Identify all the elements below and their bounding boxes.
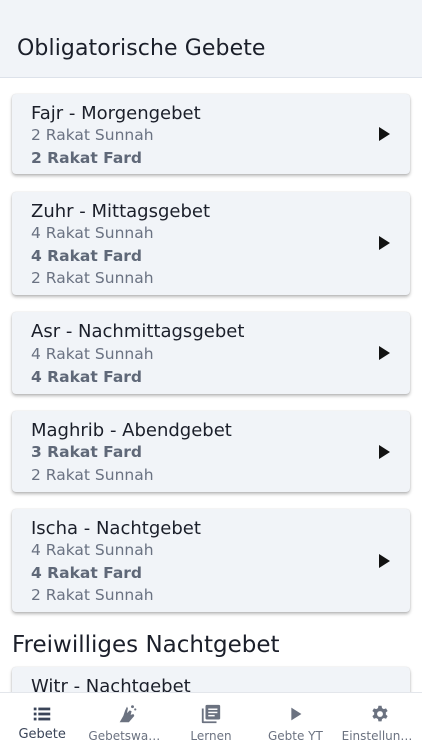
prayer-card-fajr[interactable]: Fajr - Morgengebet 2 Rakat Sunnah 2 Raka…: [12, 94, 410, 174]
rakat-line: 2 Rakat Sunnah: [31, 586, 154, 604]
prayer-name: Maghrib - Abendgebet: [31, 420, 232, 441]
play-icon[interactable]: [379, 346, 390, 360]
nav-label: Lernen: [190, 729, 232, 743]
section-title: Freiwilliges Nachtgebet: [12, 632, 280, 658]
rakat-line: 4 Rakat Sunnah: [31, 541, 154, 559]
prayer-card-asr[interactable]: Asr - Nachmittagsgebet 4 Rakat Sunnah 4 …: [12, 312, 410, 394]
rakat-line: 2 Rakat Fard: [31, 149, 143, 167]
prayer-name: Asr - Nachmittagsgebet: [31, 321, 245, 342]
page-title: Obligatorische Gebete: [17, 36, 266, 61]
rakat-line: 2 Rakat Sunnah: [31, 269, 154, 287]
play-icon[interactable]: [379, 127, 390, 141]
prayer-name: Witr - Nachtgebet: [31, 676, 191, 692]
gear-icon: [372, 705, 388, 722]
nav-item-lernen[interactable]: Lernen: [169, 693, 253, 750]
rakat-line: 4 Rakat Sunnah: [31, 224, 154, 242]
rakat-line: 4 Rakat Sunnah: [31, 345, 154, 363]
nav-label: Gebete: [18, 727, 66, 742]
nav-label: Gebetswas...: [88, 729, 166, 743]
bottom-navigation: Gebete Gebetswas... Lernen Gebte YT Eins…: [0, 692, 422, 750]
nav-item-gebete[interactable]: Gebete: [0, 693, 84, 750]
rakat-line: 4 Rakat Fard: [31, 247, 143, 265]
prayer-list[interactable]: Fajr - Morgengebet 2 Rakat Sunnah 2 Raka…: [0, 78, 422, 692]
app-header: Obligatorische Gebete: [0, 0, 422, 78]
prayer-name: Zuhr - Mittagsgebet: [31, 201, 211, 222]
play-icon[interactable]: [379, 236, 390, 250]
rakat-line: 4 Rakat Fard: [31, 564, 143, 582]
list-icon: [33, 707, 51, 721]
nav-item-einstellungen[interactable]: Einstellung...: [338, 693, 422, 750]
nav-label: Gebte YT: [267, 729, 323, 743]
prayer-card-zuhr[interactable]: Zuhr - Mittagsgebet 4 Rakat Sunnah 4 Rak…: [12, 192, 410, 295]
play-icon[interactable]: [379, 445, 390, 459]
nav-item-gebetswaschung[interactable]: Gebetswas...: [84, 693, 168, 750]
rakat-line: 2 Rakat Sunnah: [31, 466, 154, 484]
rakat-line: 4 Rakat Fard: [31, 368, 143, 386]
nav-label: Einstellung...: [341, 729, 420, 743]
prayer-name: Fajr - Morgengebet: [31, 103, 201, 124]
prayer-name: Ischa - Nachtgebet: [31, 518, 201, 539]
play-icon[interactable]: [379, 554, 390, 568]
prayer-card-ischa[interactable]: Ischa - Nachtgebet 4 Rakat Sunnah 4 Raka…: [12, 509, 410, 612]
praying-hands-icon: [119, 705, 136, 723]
book-icon: [201, 704, 221, 724]
nav-item-gebete-yt[interactable]: Gebte YT: [253, 693, 337, 750]
rakat-line: 3 Rakat Fard: [31, 443, 143, 461]
prayer-card-witr[interactable]: Witr - Nachtgebet: [12, 667, 410, 692]
play-icon: [291, 707, 302, 721]
prayer-card-maghrib[interactable]: Maghrib - Abendgebet 3 Rakat Fard 2 Raka…: [12, 411, 410, 492]
rakat-line: 2 Rakat Sunnah: [31, 126, 154, 144]
